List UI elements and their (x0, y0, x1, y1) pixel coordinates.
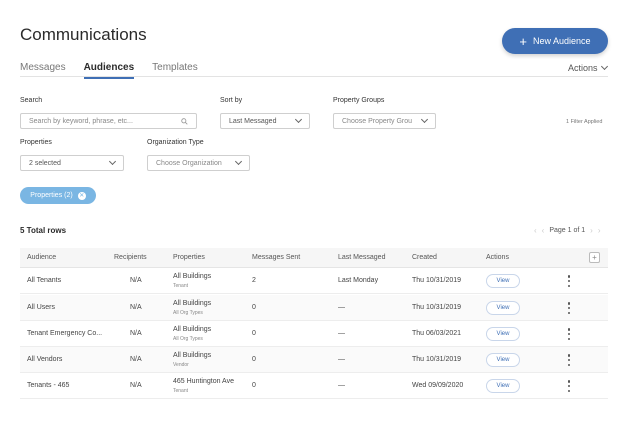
page-title: Communications (20, 25, 147, 44)
view-button[interactable]: View (486, 301, 520, 315)
property-name: 465 Huntington Ave (173, 378, 234, 385)
created-value: Thu 10/31/2019 (412, 304, 462, 311)
last-messaged-value: — (338, 330, 345, 337)
more-options-icon[interactable] (567, 328, 571, 340)
view-button[interactable]: View (486, 327, 520, 341)
chevron-right-icon[interactable]: › (598, 226, 601, 235)
col-audience[interactable]: Audience (27, 254, 56, 261)
org-type-label: Organization Type (147, 139, 204, 146)
table-header: Audience Recipients Properties Messages … (20, 248, 608, 268)
table-row: Tenants - 465 N/A 465 Huntington Ave Tenant… (20, 373, 608, 399)
search-placeholder: Search by keyword, phrase, etc... (29, 117, 133, 125)
property-type: Tenant (173, 388, 189, 394)
messages-sent-value: 0 (252, 382, 256, 389)
audience-name[interactable]: All Vendors (27, 356, 62, 363)
chevron-left-icon[interactable]: ‹ (542, 226, 545, 235)
recipients-value: N/A (130, 304, 142, 311)
last-messaged-value: — (338, 382, 345, 389)
new-audience-label: New Audience (533, 36, 591, 46)
property-name: All Buildings (173, 352, 212, 359)
created-value: Thu 10/31/2019 (412, 356, 462, 363)
messages-sent-value: 0 (252, 356, 256, 363)
sort-label: Sort by (220, 97, 243, 104)
sort-select[interactable]: Last Messaged (220, 113, 310, 129)
recipients-value: N/A (130, 277, 142, 284)
search-input[interactable]: Search by keyword, phrase, etc... (20, 113, 197, 129)
recipients-value: N/A (130, 382, 142, 389)
recipients-value: N/A (130, 330, 142, 337)
audience-name[interactable]: All Tenants (27, 277, 61, 284)
new-audience-button[interactable]: + New Audience (502, 28, 608, 54)
search-icon (181, 117, 188, 125)
chevron-down-icon (234, 157, 243, 166)
messages-sent-value: 0 (252, 330, 256, 337)
pagination: ‹ ‹ Page 1 of 1 › › (534, 226, 601, 235)
col-messages-sent[interactable]: Messages Sent (252, 254, 300, 261)
property-name: All Buildings (173, 300, 212, 307)
col-properties[interactable]: Properties (173, 254, 205, 261)
property-type: Tenant (173, 283, 189, 289)
property-name: All Buildings (173, 326, 212, 333)
add-column-button[interactable]: + (589, 252, 600, 263)
plus-icon: + (519, 33, 528, 49)
more-options-icon[interactable] (567, 302, 571, 314)
actions-menu[interactable]: Actions (568, 62, 608, 73)
created-value: Thu 10/31/2019 (412, 277, 462, 284)
property-type: Vendor (173, 362, 189, 368)
search-label: Search (20, 97, 43, 104)
table-row: All Vendors N/A All Buildings Vendor 0 — Thu 1… (20, 347, 608, 373)
property-groups-value: Choose Property Groups (342, 117, 412, 125)
table-row: All Tenants N/A All Buildings Tenant 2 Last M… (20, 268, 608, 294)
more-options-icon[interactable] (567, 275, 571, 287)
col-recipients[interactable]: Recipients (114, 254, 147, 261)
chevron-left-icon[interactable]: ‹ (534, 226, 537, 235)
last-messaged-value: Last Monday (338, 277, 379, 284)
chip-label: Properties (2) (30, 192, 73, 199)
messages-sent-value: 2 (252, 277, 256, 284)
view-button[interactable]: View (486, 353, 520, 367)
properties-select[interactable]: 2 selected (20, 155, 124, 171)
view-button[interactable]: View (486, 379, 520, 393)
property-groups-select[interactable]: Choose Property Groups (333, 113, 436, 129)
chevron-right-icon[interactable]: › (590, 226, 593, 235)
created-value: Thu 06/03/2021 (412, 330, 462, 337)
properties-label: Properties (20, 139, 52, 146)
filter-applied-text: 1 Filter Applied (566, 119, 603, 125)
chevron-down-icon (600, 62, 608, 71)
total-rows: 5 Total rows (20, 226, 67, 235)
more-options-icon[interactable] (567, 380, 571, 392)
tab-divider (20, 76, 608, 77)
properties-filter-chip[interactable]: Properties (2) ✕ (20, 187, 96, 204)
close-icon[interactable]: ✕ (77, 191, 86, 200)
col-actions: Actions (486, 254, 509, 261)
audience-name[interactable]: All Users (27, 304, 55, 311)
recipients-value: N/A (130, 356, 142, 363)
more-options-icon[interactable] (567, 354, 571, 366)
org-type-select[interactable]: Choose Organization (147, 155, 250, 171)
actions-label: Actions (568, 63, 598, 73)
property-groups-label: Property Groups (333, 97, 385, 104)
properties-value: 2 selected (29, 159, 61, 167)
table-row: All Users N/A All Buildings All Org Types 0 —… (20, 295, 608, 321)
chevron-down-icon (294, 115, 303, 124)
messages-sent-value: 0 (252, 304, 256, 311)
col-last-messaged[interactable]: Last Messaged (338, 254, 385, 261)
org-type-value: Choose Organization (156, 159, 222, 167)
col-created[interactable]: Created (412, 254, 437, 261)
audience-name[interactable]: Tenants - 465 (27, 382, 69, 389)
view-button[interactable]: View (486, 274, 520, 288)
sort-value: Last Messaged (229, 117, 277, 125)
chevron-down-icon (108, 157, 117, 166)
property-type: All Org Types (173, 310, 203, 316)
table-row: Tenant Emergency Co... N/A All Buildings Al… (20, 321, 608, 347)
property-name: All Buildings (173, 273, 212, 280)
page-label: Page 1 of 1 (549, 227, 586, 234)
last-messaged-value: — (338, 304, 345, 311)
created-value: Wed 09/09/2020 (412, 382, 464, 389)
property-type: All Org Types (173, 336, 203, 342)
chevron-down-icon (420, 115, 429, 124)
last-messaged-value: — (338, 356, 345, 363)
audience-name[interactable]: Tenant Emergency Co... (27, 330, 102, 337)
